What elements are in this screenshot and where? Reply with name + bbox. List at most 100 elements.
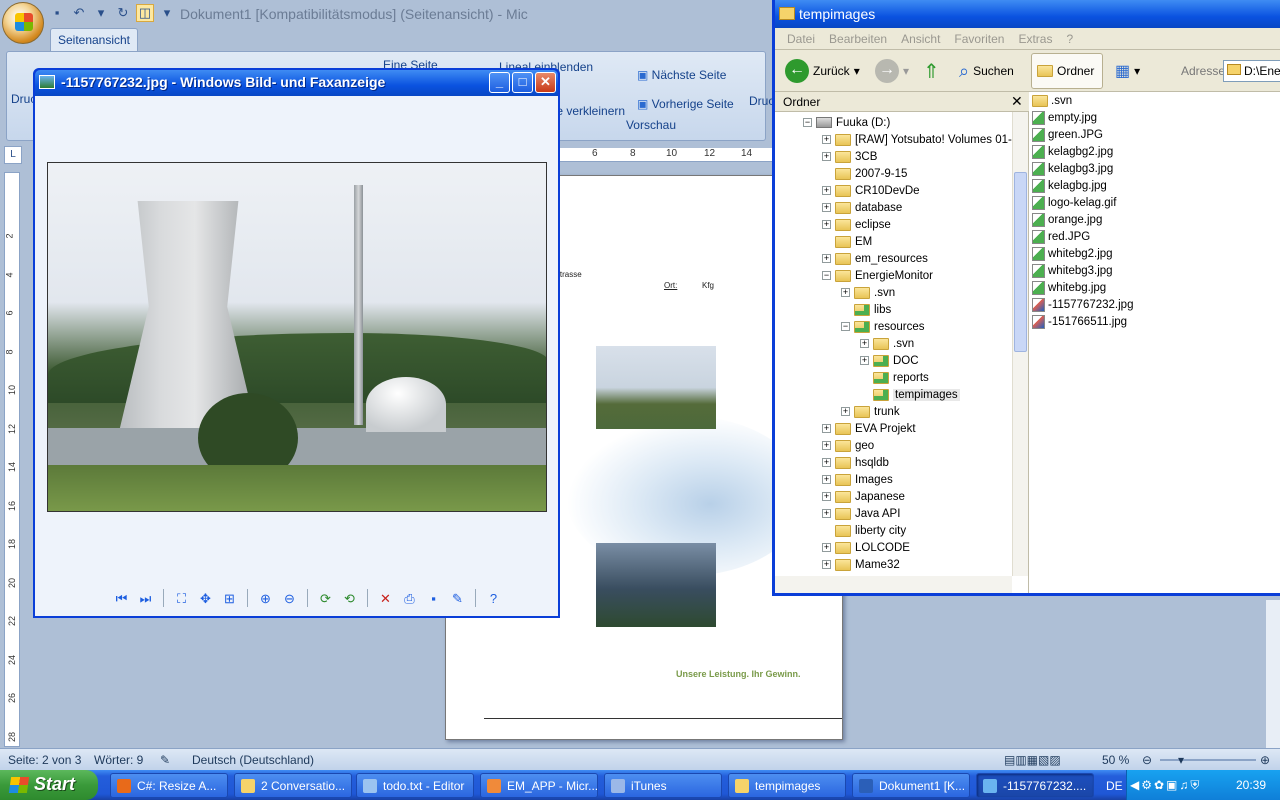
dropdown-icon[interactable]: ▾ [92,4,110,22]
zoom-slider[interactable] [1160,759,1256,761]
tree-node[interactable]: − resources [841,318,925,335]
expander-icon[interactable]: + [822,543,831,552]
file-item[interactable]: green.JPG [1032,126,1103,143]
verkleinern-button[interactable]: te verkleinern [553,104,625,118]
status-page[interactable]: Seite: 2 von 3 [8,753,81,767]
tree-node[interactable]: + .svn [860,335,914,352]
menu-favoriten[interactable]: Favoriten [954,32,1004,46]
zoom-out-icon[interactable]: ⊖ [279,588,300,609]
expander-icon[interactable]: + [822,186,831,195]
tab-seitenansicht[interactable]: Seitenansicht [50,28,138,52]
view-buttons-icon[interactable]: ▤▥▦▧▨ [1004,753,1061,767]
drucken2-label[interactable]: Druc [749,94,774,108]
search-button[interactable]: ⌕ Suchen [959,56,1014,86]
expander-icon[interactable]: + [841,288,850,297]
delete-icon[interactable]: ✕ [375,588,396,609]
tree-horizontal-scrollbar[interactable] [775,576,1012,593]
taskbar-button[interactable]: C#: Resize A... [110,773,228,798]
close-pane-icon[interactable]: ✕ [1011,93,1023,110]
file-item[interactable]: kelagbg2.jpg [1032,143,1113,160]
tree-node[interactable]: + em_resources [822,250,928,267]
expander-icon[interactable]: + [822,492,831,501]
save-copy-icon[interactable]: ▪ [423,588,444,609]
back-button[interactable]: ← Zurück ▾ [785,56,860,86]
tree-node[interactable]: tempimages [860,386,960,403]
tree-node[interactable]: + trunk [841,403,900,420]
taskbar-button[interactable]: -1157767232.... [976,773,1094,798]
maximize-button[interactable]: □ [512,72,533,93]
menu-extras[interactable]: Extras [1018,32,1052,46]
tree-node[interactable]: reports [860,369,929,386]
zoom-out-icon[interactable]: ⊖ [1142,753,1152,767]
language-indicator[interactable]: DE [1106,779,1123,793]
tree-node[interactable]: EM [822,233,872,250]
expander-icon[interactable]: + [822,509,831,518]
expander-icon[interactable]: + [822,152,831,161]
taskbar-button[interactable]: EM_APP - Micr... [480,773,598,798]
expander-icon[interactable]: + [822,475,831,484]
file-item[interactable]: orange.jpg [1032,211,1102,228]
zoom-slider-thumb[interactable]: ▾ [1178,753,1184,767]
undo-icon[interactable]: ↶ [70,4,88,22]
expander-icon[interactable]: − [822,271,831,280]
tree-node[interactable]: liberty city [822,522,906,539]
status-zoom[interactable]: 50 % [1102,753,1129,767]
close-button[interactable]: ✕ [535,72,556,93]
file-item[interactable]: empty.jpg [1032,109,1097,126]
tree-node[interactable]: + hsqldb [822,454,889,471]
zoom-in-icon[interactable]: ⊕ [255,588,276,609]
viewer-titlebar[interactable]: -1157767232.jpg - Windows Bild- und Faxa… [35,70,558,96]
menu-bearbeiten[interactable]: Bearbeiten [829,32,887,46]
menu-ansicht[interactable]: Ansicht [901,32,940,46]
tree-node[interactable]: + Mame32 [822,556,900,573]
file-item[interactable]: -151766511.jpg [1032,313,1127,330]
tree-node[interactable]: + Java API [822,505,900,522]
tree-node[interactable]: + .svn [841,284,895,301]
rotate-clockwise-icon[interactable]: ⟳ [315,588,336,609]
office-button[interactable] [2,2,44,44]
next-image-icon[interactable]: ⏭ [135,588,156,609]
tree-node[interactable]: + eclipse [822,216,891,233]
redo-icon[interactable]: ↻ [114,4,132,22]
file-item[interactable]: kelagbg3.jpg [1032,160,1113,177]
expander-icon[interactable]: + [822,424,831,433]
customize-qat-icon[interactable]: ▾ [158,4,176,22]
expander-icon[interactable]: + [822,135,831,144]
expander-icon[interactable]: − [841,322,850,331]
actual-size-icon[interactable]: ✥ [195,588,216,609]
tree-node[interactable]: − Fuuka (D:) [803,114,890,131]
open-for-editing-icon[interactable]: ✎ [447,588,468,609]
print-icon[interactable]: ⎙ [399,588,420,609]
expander-icon[interactable]: + [860,339,869,348]
naechste-seite-button[interactable]: ▣ Nächste Seite [637,68,726,82]
vorherige-seite-button[interactable]: ▣ Vorherige Seite [637,97,734,111]
file-item[interactable]: red.JPG [1032,228,1090,245]
taskbar-button[interactable]: iTunes [604,773,722,798]
taskbar-button[interactable]: Dokument1 [K... [852,773,970,798]
forward-button[interactable]: → ▾ [875,56,909,86]
spellcheck-icon[interactable]: ✎ [160,753,170,767]
file-item[interactable]: whitebg2.jpg [1032,245,1113,262]
tray-icons[interactable]: ◀⚙✿▣♫⛨ [1130,778,1201,793]
folders-button-label[interactable]: Ordner [1037,56,1094,86]
status-words[interactable]: Wörter: 9 [94,753,143,767]
taskbar-button[interactable]: 2 Conversatio... [234,773,352,798]
up-folder-button[interactable]: ⇑ [923,56,940,86]
tree-node[interactable]: + CR10DevDe [822,182,920,199]
tree-node[interactable]: libs [841,301,891,318]
tree-node[interactable]: + database [822,199,902,216]
tree-node[interactable]: + geo [822,437,874,454]
file-item[interactable]: whitebg.jpg [1032,279,1106,296]
tree-node[interactable]: + EVA Projekt [822,420,916,437]
tree-node[interactable]: + [RAW] Yotsubato! Volumes 01-0 [822,131,1018,148]
views-button[interactable]: ▦ ▾ [1115,56,1140,86]
tree-node[interactable]: + Images [822,471,893,488]
expander-icon[interactable]: + [841,407,850,416]
save-icon[interactable]: ▪ [48,4,66,22]
expander-icon[interactable]: + [822,458,831,467]
explorer-titlebar[interactable]: tempimages [775,0,1280,28]
tree-node[interactable]: − EnergieMonitor [822,267,933,284]
help-icon[interactable]: ? [483,588,504,609]
menu-help[interactable]: ? [1066,32,1073,46]
zoom-in-icon[interactable]: ⊕ [1260,753,1270,767]
